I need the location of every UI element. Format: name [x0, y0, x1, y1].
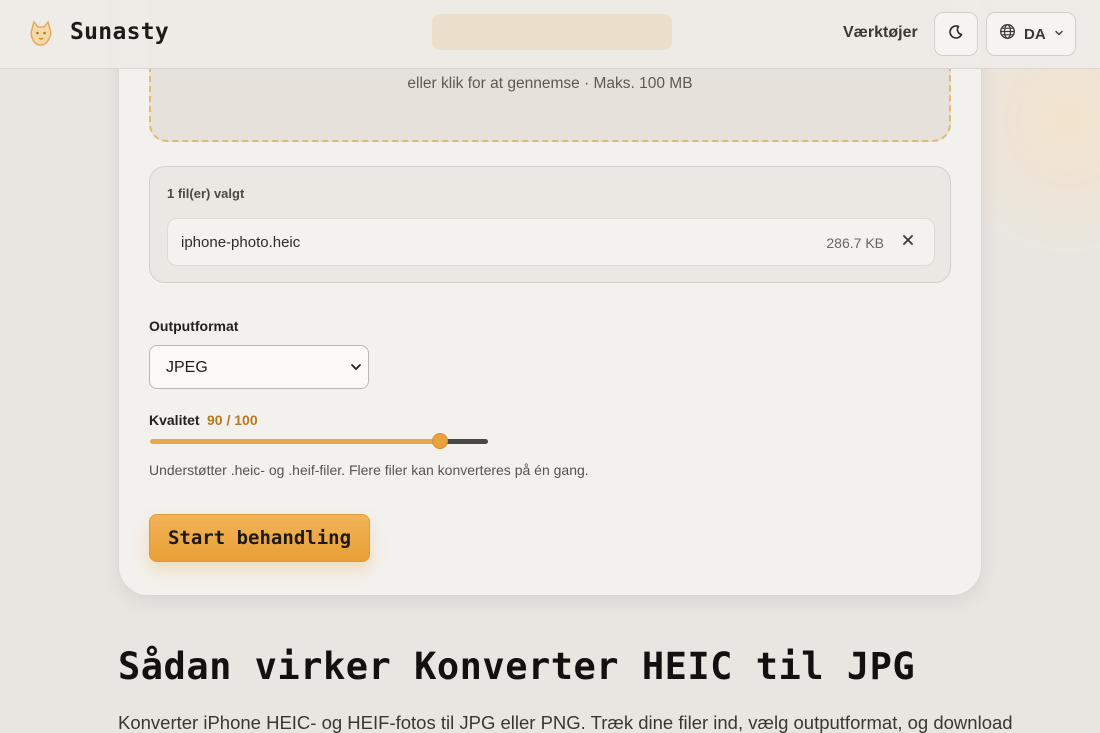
slider-thumb[interactable]: [432, 433, 448, 449]
brand-name[interactable]: Sunasty: [70, 19, 169, 45]
section-title: Sådan virker Konverter HEIC til JPG: [118, 645, 916, 688]
file-name: iphone-photo.heic: [181, 234, 301, 251]
quality-label: Kvalitet: [149, 412, 200, 428]
files-count-label: 1 fil(er) valgt: [167, 186, 245, 201]
close-icon-glyph: [903, 235, 913, 245]
output-format-select[interactable]: JPEG: [149, 345, 369, 389]
header-backdrop-blur: [432, 14, 672, 50]
moon-icon: [948, 24, 964, 45]
close-icon[interactable]: [900, 232, 916, 250]
cat-logo-icon[interactable]: [26, 19, 56, 49]
globe-icon: [999, 23, 1016, 45]
file-size: 286.7 KB: [826, 235, 884, 251]
chevron-down-icon: [1054, 25, 1064, 43]
dropzone-subtitle: eller klik for at gennemse · Maks. 100 M…: [407, 75, 693, 92]
start-processing-button[interactable]: Start behandling: [149, 514, 370, 562]
top-header: Sunasty Værktøjer DA: [0, 0, 1100, 69]
chevron-down-icon: [350, 360, 362, 379]
output-format-value: JPEG: [166, 359, 208, 376]
section-body: Konverter iPhone HEIC- og HEIF-fotos til…: [118, 712, 1013, 733]
slider-track-fill: [150, 439, 441, 444]
language-label: DA: [1024, 25, 1046, 43]
language-selector[interactable]: DA: [986, 12, 1076, 56]
output-format-label: Outputformat: [149, 318, 239, 334]
theme-toggle-button[interactable]: [934, 12, 978, 56]
supported-formats-hint: Understøtter .heic- og .heif-filer. Fler…: [149, 462, 589, 478]
selected-files-panel: 1 fil(er) valgt iphone-photo.heic 286.7 …: [149, 166, 951, 283]
quality-value: 90 / 100: [207, 412, 258, 428]
file-list-item: iphone-photo.heic 286.7 KB: [167, 218, 935, 266]
nav-tools-link[interactable]: Værktøjer: [843, 24, 918, 42]
quality-slider[interactable]: [149, 432, 489, 450]
